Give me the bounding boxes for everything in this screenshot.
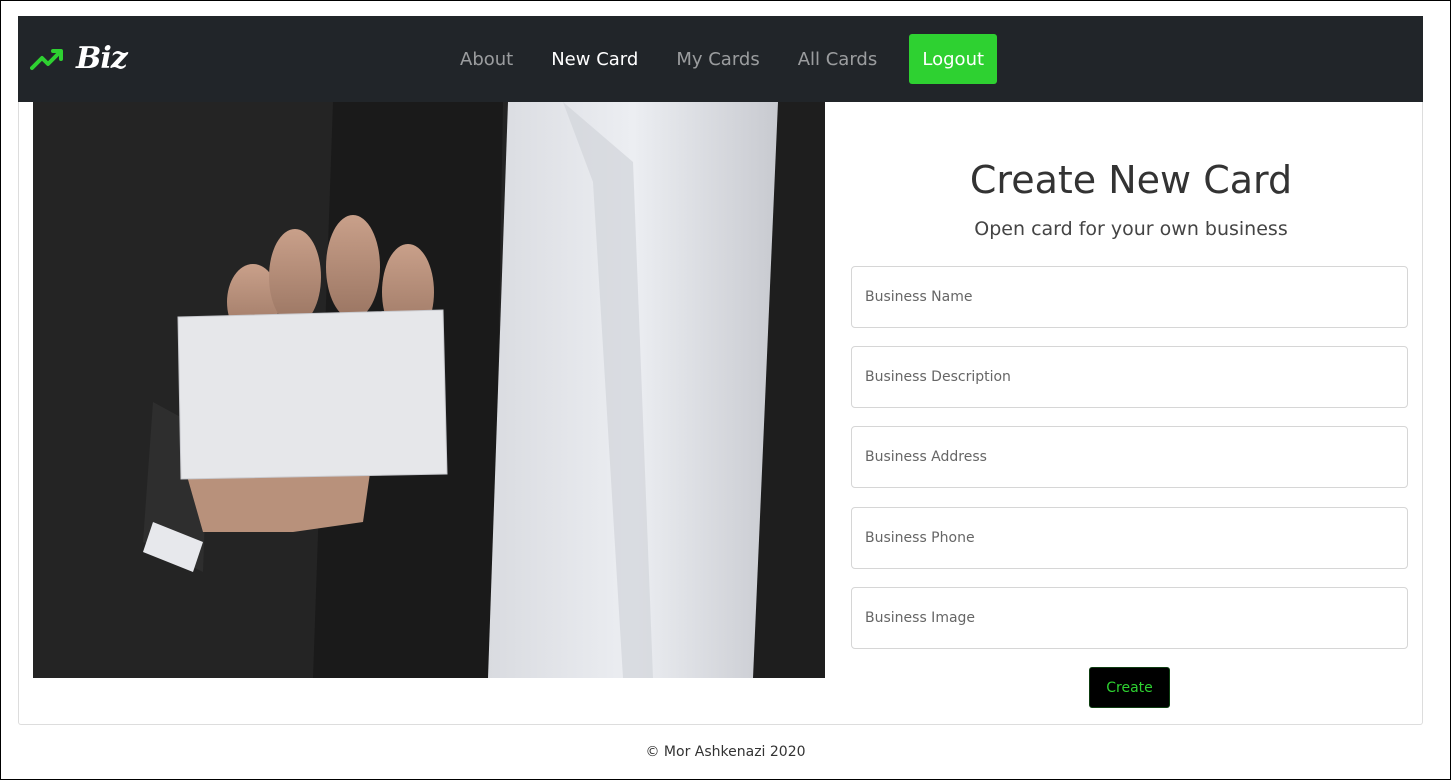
page-title: Create New Card <box>969 158 1293 202</box>
business-image-input[interactable] <box>851 587 1408 649</box>
create-button[interactable]: Create <box>1089 667 1170 708</box>
business-address-input[interactable] <box>851 426 1408 488</box>
top-navbar: Biz About New Card My Cards All Cards Lo… <box>18 16 1423 102</box>
brand-logo[interactable]: Biz <box>30 38 128 78</box>
nav-link-new-card[interactable]: New Card <box>551 49 638 70</box>
hero-image <box>33 102 825 678</box>
trending-up-icon <box>30 49 63 70</box>
nav-link-all-cards[interactable]: All Cards <box>798 49 878 70</box>
business-name-input[interactable] <box>851 266 1408 328</box>
create-card-panel: Create New Card Open card for your own b… <box>18 102 1423 725</box>
footer-copyright: © Mor Ashkenazi 2020 <box>645 744 806 760</box>
page-subtitle: Open card for your own business <box>974 218 1288 240</box>
logout-button[interactable]: Logout <box>909 34 998 84</box>
nav-link-my-cards[interactable]: My Cards <box>676 49 759 70</box>
nav-menu: About New Card My Cards All Cards Logout <box>460 34 998 84</box>
business-card-photo <box>33 102 825 678</box>
brand-name: Biz <box>76 40 128 76</box>
nav-link-about[interactable]: About <box>460 49 513 70</box>
business-description-input[interactable] <box>851 346 1408 408</box>
business-phone-input[interactable] <box>851 507 1408 569</box>
